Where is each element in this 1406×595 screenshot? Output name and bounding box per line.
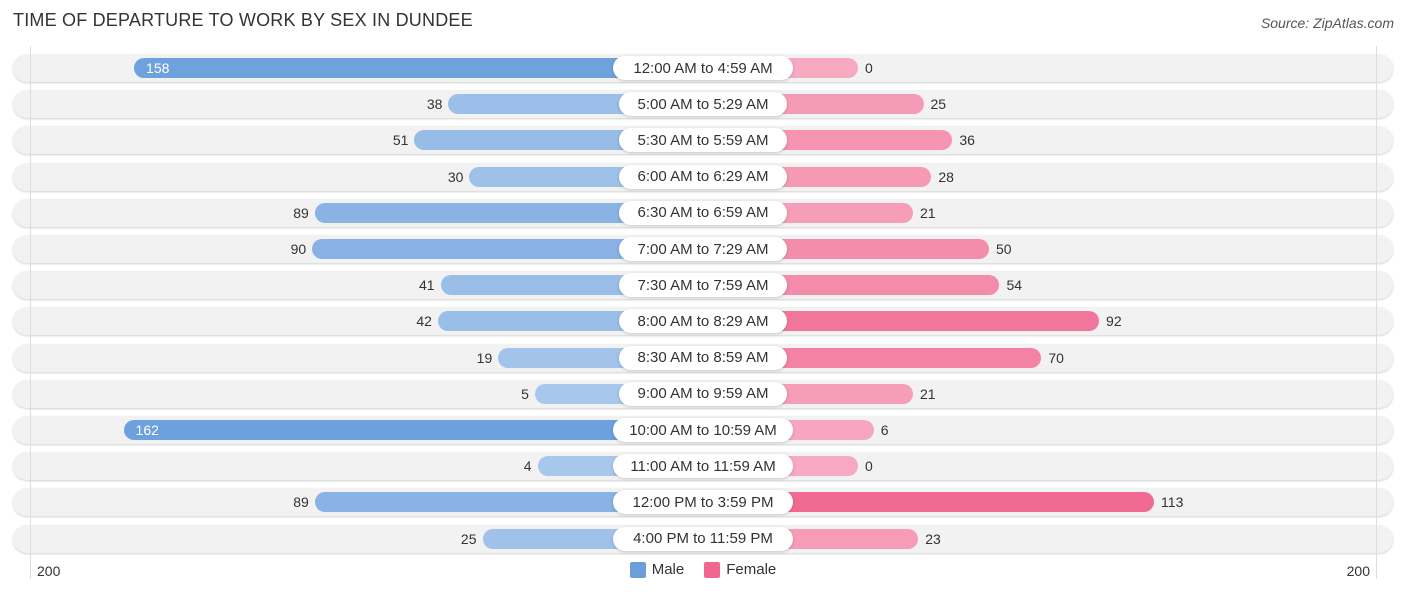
value-label-male: 158 [146,60,170,76]
value-label-female: 0 [865,458,873,475]
category-label: 11:00 AM to 11:59 AM [613,454,793,479]
value-label-female: 0 [865,60,873,76]
category-label: 7:00 AM to 7:29 AM [619,237,787,261]
category-label: 4:00 PM to 11:59 PM [613,526,793,551]
source-label: Source: ZipAtlas.com [1260,15,1394,31]
value-label-male: 89 [293,204,309,221]
axis-line-left [30,46,31,579]
category-label: 8:30 AM to 8:59 AM [619,345,787,370]
value-label-female: 23 [925,530,941,547]
chart-title: TIME OF DEPARTURE TO WORK BY SEX IN DUND… [13,10,473,30]
value-label-male: 42 [416,313,432,330]
legend-item-female[interactable]: Female [704,561,776,578]
category-label: 10:00 AM to 10:59 AM [613,418,793,442]
value-label-male: 89 [293,494,309,511]
legend-label-female: Female [726,561,777,578]
value-label-male: 41 [419,277,435,294]
legend: Male Female [0,561,1406,578]
legend-swatch-female [704,561,721,578]
value-label-male: 162 [135,422,159,438]
value-label-male: 38 [426,96,443,113]
value-label-female: 54 [1006,277,1023,294]
value-label-male: 4 [523,458,532,475]
category-label: 8:00 AM to 8:29 AM [619,309,787,334]
value-label-female: 113 [1161,494,1184,511]
legend-label-male: Male [651,561,685,578]
value-label-male: 30 [447,168,464,185]
category-label: 6:00 AM to 6:29 AM [619,164,787,189]
legend-item-male[interactable]: Male [629,561,685,578]
value-label-female: 25 [930,96,947,113]
category-label: 5:00 AM to 5:29 AM [619,92,787,117]
legend-swatch-male [629,561,646,578]
category-label: 12:00 PM to 3:59 PM [613,490,793,515]
value-label-female: 21 [920,385,936,402]
value-label-female: 21 [920,204,936,221]
category-label: 7:30 AM to 7:59 AM [619,273,787,298]
value-label-male: 90 [290,241,307,257]
category-label: 5:30 AM to 5:59 AM [619,128,787,153]
value-label-male: 51 [392,132,409,149]
axis-line-right [1376,46,1377,579]
value-label-female: 6 [880,422,889,438]
value-label-female: 28 [938,168,954,185]
value-label-female: 50 [996,241,1012,257]
value-label-male: 5 [521,385,529,402]
value-label-male: 19 [476,349,493,366]
category-label: 9:00 AM to 9:59 AM [619,381,787,406]
value-label-female: 70 [1048,349,1064,366]
value-label-female: 92 [1106,313,1122,330]
category-label: 6:30 AM to 6:59 AM [619,200,787,225]
value-label-male: 25 [460,530,477,547]
category-label: 12:00 AM to 4:59 AM [613,56,793,80]
value-label-female: 36 [959,132,975,149]
